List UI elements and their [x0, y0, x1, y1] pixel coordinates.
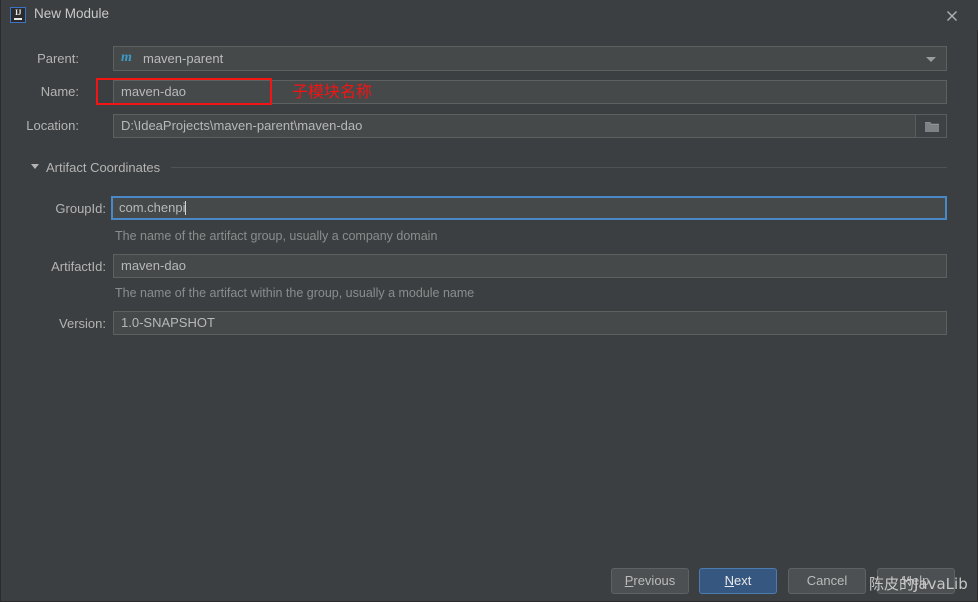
location-input[interactable]: D:\IdeaProjects\maven-parent\maven-dao: [113, 114, 947, 138]
groupid-input[interactable]: com.chenpi: [111, 196, 947, 220]
intellij-idea-icon-bar: [14, 18, 22, 20]
version-input-value: 1.0-SNAPSHOT: [121, 315, 215, 330]
artifact-coordinates-separator: [171, 167, 947, 168]
annotation-text: 子模块名称: [292, 82, 373, 101]
parent-combobox[interactable]: m maven-parent: [113, 46, 947, 71]
previous-button-label: revious: [633, 573, 676, 588]
artifactid-label: ArtifactId:: [51, 259, 106, 274]
text-caret: [185, 201, 187, 215]
triangle-down-icon[interactable]: [31, 164, 39, 169]
groupid-label: GroupId:: [55, 201, 106, 216]
maven-module-icon: m: [121, 50, 132, 65]
new-module-dialog: IJ New Module Parent: m maven-parent Nam…: [0, 0, 978, 602]
name-input-value: maven-dao: [121, 84, 187, 99]
next-button-label: ext: [734, 573, 752, 588]
groupid-hint: The name of the artifact group, usually …: [115, 229, 438, 243]
artifactid-input-value: maven-dao: [121, 258, 187, 273]
title-bar: IJ New Module: [1, 0, 978, 30]
artifactid-input[interactable]: maven-dao: [113, 254, 947, 278]
artifact-coordinates-title[interactable]: Artifact Coordinates: [46, 160, 160, 175]
close-icon[interactable]: [943, 7, 961, 25]
location-label: Location:: [26, 118, 79, 133]
next-button[interactable]: Next: [699, 568, 777, 594]
chevron-down-icon[interactable]: [926, 57, 936, 62]
groupid-input-value: com.chenpi: [119, 200, 186, 215]
version-input[interactable]: 1.0-SNAPSHOT: [113, 311, 947, 335]
version-label: Version:: [59, 316, 106, 331]
previous-button[interactable]: Previous: [611, 568, 689, 594]
cancel-button[interactable]: Cancel: [788, 568, 866, 594]
next-button-mnemonic: N: [724, 573, 735, 588]
intellij-idea-icon: IJ: [10, 7, 26, 23]
name-input[interactable]: maven-dao: [113, 80, 947, 104]
name-label: Name:: [40, 84, 79, 99]
watermark: 陈皮的JavaLib: [869, 575, 968, 593]
parent-selected-value: maven-parent: [143, 51, 224, 66]
window-title: New Module: [34, 6, 110, 21]
artifactid-hint: The name of the artifact within the grou…: [115, 286, 475, 300]
intellij-idea-icon-letters: IJ: [14, 8, 22, 17]
folder-icon: [925, 122, 939, 132]
location-input-value: D:\IdeaProjects\maven-parent\maven-dao: [121, 118, 363, 133]
parent-label: Parent:: [37, 51, 79, 66]
location-browse-button[interactable]: [915, 114, 947, 138]
